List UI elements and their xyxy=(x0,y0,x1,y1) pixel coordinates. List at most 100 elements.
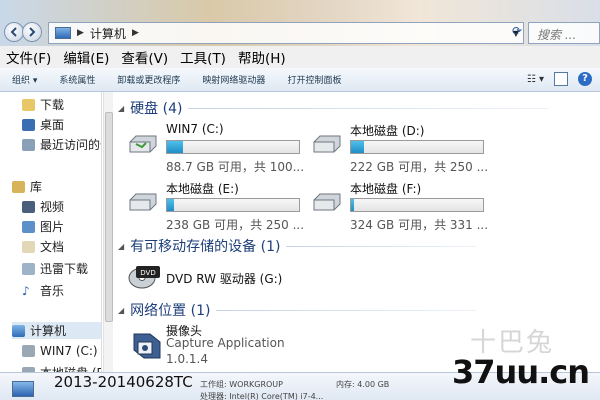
sidebar-scrollbar[interactable] xyxy=(103,92,113,380)
address-bar[interactable]: ▶ 计算机 ▶ ▼ xyxy=(48,22,524,44)
sidebar-item-libraries[interactable]: 库 xyxy=(12,178,42,195)
drive-space-info: 88.7 GB 可用，共 100... xyxy=(166,160,305,174)
search-input[interactable]: 搜索 ... xyxy=(528,22,600,44)
drive-space-info: 324 GB 可用，共 331 ... xyxy=(350,218,489,232)
view-controls: ☷ ▾ ? xyxy=(527,72,592,86)
sidebar-item-recent[interactable]: 最近访问的位置 xyxy=(22,136,101,153)
refresh-icon[interactable]: ⟳ xyxy=(512,24,522,38)
sidebar-item-label: 音乐 xyxy=(40,284,65,298)
drive-tile-c[interactable]: WIN7 (C:) 88.7 GB 可用，共 100... xyxy=(128,122,308,178)
sidebar-item-label: 最近访问的位置 xyxy=(40,138,101,152)
drive-tile-e[interactable]: 本地磁盘 (E:) 238 GB 可用，共 250 ... xyxy=(128,180,308,236)
menu-file[interactable]: 文件(F) xyxy=(6,47,51,67)
hard-drive-icon xyxy=(129,193,157,211)
open-control-panel-button[interactable]: 打开控制面板 xyxy=(287,73,341,86)
menu-view[interactable]: 查看(V) xyxy=(121,47,168,67)
change-view-icon[interactable]: ☷ ▾ xyxy=(527,74,544,85)
menu-edit[interactable]: 编辑(E) xyxy=(63,47,109,67)
recent-places-icon xyxy=(22,138,35,151)
hard-drive-icon xyxy=(313,135,341,153)
section-header-removable[interactable]: ◢ 有可移动存储的设备 (1) xyxy=(118,236,477,256)
picture-icon xyxy=(22,220,35,233)
sidebar-item-computer[interactable]: 计算机 xyxy=(12,322,101,339)
sidebar-item-downloads[interactable]: 下载 xyxy=(22,96,64,113)
drive-tile-f[interactable]: 本地磁盘 (F:) 324 GB 可用，共 331 ... xyxy=(312,180,492,236)
section-divider xyxy=(286,245,477,247)
sidebar-item-videos[interactable]: 视频 xyxy=(22,198,64,215)
section-title: 有可移动存储的设备 (1) xyxy=(130,239,281,255)
computer-icon xyxy=(12,324,25,337)
drive-name: 本地磁盘 (E:) xyxy=(166,182,239,196)
capacity-bar xyxy=(166,140,300,154)
breadcrumb-chevron-icon[interactable]: ▶ xyxy=(77,28,84,38)
sidebar-item-label: 迅雷下载 xyxy=(40,262,89,276)
collapse-triangle-icon[interactable]: ◢ xyxy=(118,306,124,315)
menu-help[interactable]: 帮助(H) xyxy=(238,47,286,67)
back-button[interactable] xyxy=(4,22,24,42)
title-address-bar: ▶ 计算机 ▶ ▼ ⟳ 搜索 ... xyxy=(0,0,600,46)
forward-arrow-icon xyxy=(29,27,36,37)
section-divider xyxy=(216,309,477,311)
system-properties-button[interactable]: 系统属性 xyxy=(59,73,95,86)
sidebar-item-label: WIN7 (C:) xyxy=(40,344,98,358)
organize-button[interactable]: 组织 ▾ xyxy=(12,73,37,86)
section-divider xyxy=(188,107,549,109)
capacity-fill xyxy=(167,141,183,153)
help-icon[interactable]: ? xyxy=(578,72,592,86)
uninstall-program-button[interactable]: 卸载或更改程序 xyxy=(117,73,180,86)
sidebar-item-label: 桌面 xyxy=(40,118,65,132)
folder-icon xyxy=(22,262,35,275)
drive-name: WIN7 (C:) xyxy=(166,122,224,136)
music-note-icon: ♪ xyxy=(22,283,30,298)
breadcrumb-chevron-icon[interactable]: ▶ xyxy=(132,28,139,38)
sidebar-item-pictures[interactable]: 图片 xyxy=(22,218,64,235)
cpu-info: 处理器: Intel(R) Core(TM) i7-4... xyxy=(200,392,324,400)
section-header-hdd[interactable]: ◢ 硬盘 (4) xyxy=(118,98,549,118)
network-item-camera[interactable]: 摄像头 Capture Application 1.0.1.4 xyxy=(128,322,348,372)
preview-pane-icon[interactable] xyxy=(554,72,568,86)
forward-button[interactable] xyxy=(22,22,42,42)
drive-space-info: 222 GB 可用，共 250 ... xyxy=(350,160,489,174)
watermark-logo: 37uu.cn xyxy=(452,353,590,391)
drive-tile-d[interactable]: 本地磁盘 (D:) 222 GB 可用，共 250 ... xyxy=(312,122,492,178)
sidebar-item-label: 文档 xyxy=(40,240,65,254)
sidebar-item-music[interactable]: ♪ 音乐 xyxy=(22,282,64,299)
menubar: 文件(F) 编辑(E) 查看(V) 工具(T) 帮助(H) xyxy=(0,46,600,68)
section-header-network[interactable]: ◢ 网络位置 (1) xyxy=(118,300,477,320)
breadcrumb-computer[interactable]: 计算机 xyxy=(90,25,126,42)
download-folder-icon xyxy=(22,98,35,111)
menu-tools[interactable]: 工具(T) xyxy=(180,47,226,67)
collapse-triangle-icon[interactable]: ◢ xyxy=(118,242,124,251)
computer-icon xyxy=(55,27,71,39)
hard-drive-icon xyxy=(129,135,157,153)
back-arrow-icon xyxy=(10,27,17,37)
capacity-fill xyxy=(167,199,174,211)
capacity-fill xyxy=(351,141,365,153)
dvd-badge: DVD xyxy=(140,269,155,277)
capacity-bar xyxy=(350,140,484,154)
scrollbar-thumb[interactable] xyxy=(105,112,113,322)
section-title: 硬盘 (4) xyxy=(130,101,183,117)
workgroup-info: 工作组: WORKGROUP xyxy=(200,380,283,389)
drive-name: DVD RW 驱动器 (G:) xyxy=(166,272,283,286)
drive-name: 本地磁盘 (F:) xyxy=(350,182,422,196)
memory-info: 内存: 4.00 GB xyxy=(336,380,390,389)
capacity-bar xyxy=(166,198,300,212)
drive-name: 本地磁盘 (D:) xyxy=(350,124,425,138)
capacity-fill xyxy=(351,199,354,211)
sidebar-item-drive-c[interactable]: WIN7 (C:) xyxy=(22,344,98,358)
computer-icon xyxy=(12,381,34,397)
section-title: 网络位置 (1) xyxy=(130,303,211,319)
capacity-bar xyxy=(350,198,484,212)
sidebar-item-thunder-downloads[interactable]: 迅雷下载 xyxy=(22,260,88,277)
sidebar-item-label: 下载 xyxy=(40,98,65,112)
hard-drive-icon xyxy=(313,193,341,211)
library-icon xyxy=(12,180,25,193)
sidebar-item-documents[interactable]: 文档 xyxy=(22,238,64,255)
sidebar-item-desktop[interactable]: 桌面 xyxy=(22,116,64,133)
hard-drive-icon xyxy=(22,345,35,357)
map-network-drive-button[interactable]: 映射网络驱动器 xyxy=(202,73,265,86)
collapse-triangle-icon[interactable]: ◢ xyxy=(118,104,124,113)
desktop-icon xyxy=(22,118,35,131)
drive-tile-dvd[interactable]: DVD DVD RW 驱动器 (G:) xyxy=(128,260,348,294)
